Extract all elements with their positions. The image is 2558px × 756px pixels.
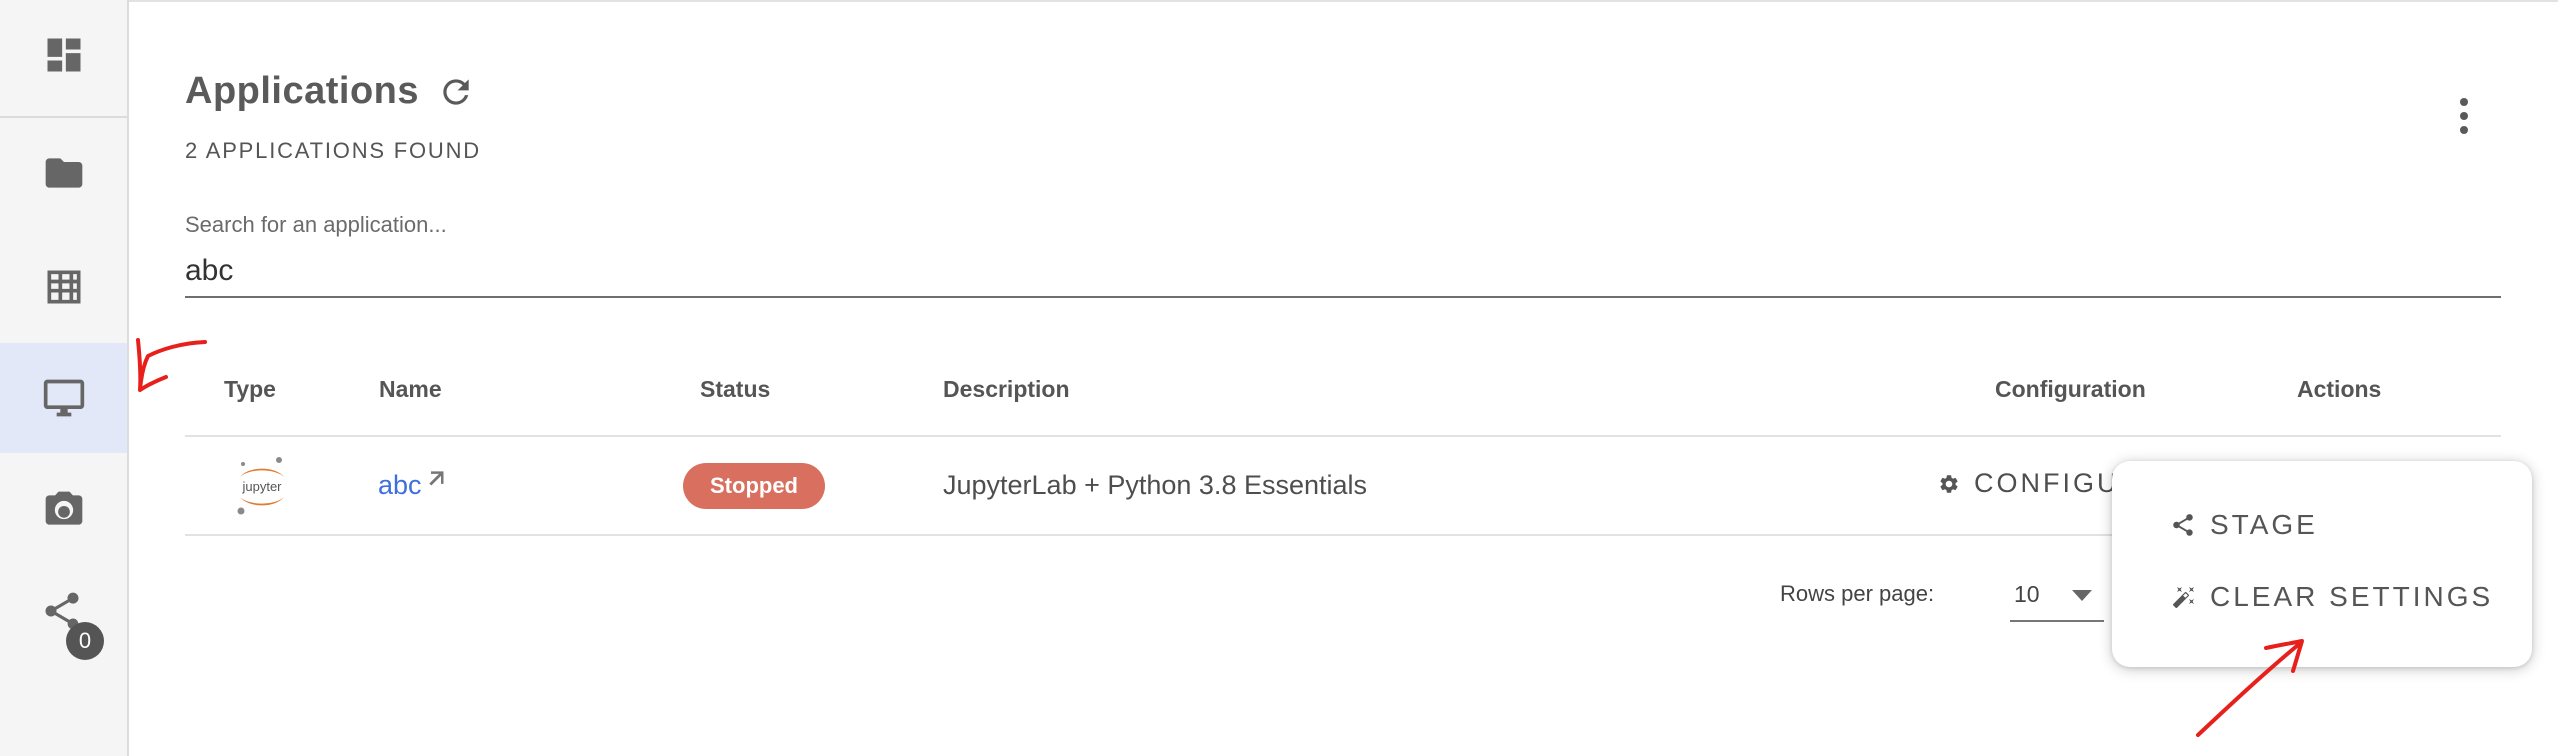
menu-item-stage[interactable]: STAGE xyxy=(2170,509,2318,541)
column-header-type: Type xyxy=(224,376,276,402)
sidebar-item-files[interactable] xyxy=(0,118,127,228)
sidebar-item-tables[interactable] xyxy=(0,232,127,342)
sidebar-item-shared[interactable] xyxy=(0,566,127,676)
gear-icon xyxy=(1940,474,1958,493)
column-header-status: Status xyxy=(700,376,771,402)
refresh-icon[interactable] xyxy=(437,73,475,111)
sidebar: 0 xyxy=(0,0,129,756)
menu-item-stage-label: STAGE xyxy=(2210,509,2318,540)
annotation-arrow-sidebar xyxy=(136,338,207,392)
column-header-actions: Actions xyxy=(2297,376,2382,402)
rows-per-page-label: Rows per page: xyxy=(1780,581,1935,606)
sidebar-item-dashboard[interactable] xyxy=(0,0,127,110)
app-name-link[interactable]: abc xyxy=(378,470,446,501)
app-description: JupyterLab + Python 3.8 Essentials xyxy=(943,470,1368,500)
search-label: Search for an application... xyxy=(185,212,447,237)
column-header-description: Description xyxy=(943,376,1070,402)
configure-button[interactable]: CONFIGU xyxy=(1938,468,2120,499)
applications-count: 2 APPLICATIONS FOUND xyxy=(185,138,481,163)
status-badge: Stopped xyxy=(683,463,825,509)
configure-label: CONFIGU xyxy=(1974,468,2120,498)
menu-item-clear-settings-label: CLEAR SETTINGS xyxy=(2210,581,2494,612)
menu-item-clear-settings[interactable]: CLEAR SETTINGS xyxy=(2172,581,2493,613)
folder-icon xyxy=(45,158,82,188)
shared-count-badge: 0 xyxy=(66,622,104,660)
search-input[interactable] xyxy=(185,246,2501,298)
sidebar-item-applications[interactable] xyxy=(0,343,127,453)
actions-menu: STAGE CLEAR SETTINGS xyxy=(2112,461,2532,667)
magic-wand-icon xyxy=(2172,587,2194,609)
chevron-down-icon xyxy=(2072,590,2092,601)
table-icon xyxy=(47,270,80,304)
rows-per-page-select[interactable]: 10 xyxy=(2010,572,2104,622)
dashboard-icon xyxy=(47,38,80,72)
share-icon xyxy=(2173,514,2193,536)
monitor-icon xyxy=(43,379,84,417)
page-title: Applications xyxy=(185,70,420,112)
open-external-icon[interactable] xyxy=(426,464,446,486)
column-header-configuration: Configuration xyxy=(1995,376,2146,402)
jupyter-icon: jupyter xyxy=(232,455,292,517)
svg-text:jupyter: jupyter xyxy=(241,479,282,494)
app-name[interactable]: abc xyxy=(378,470,422,501)
column-header-name: Name xyxy=(379,376,442,402)
more-options-icon[interactable] xyxy=(2448,92,2480,140)
sidebar-item-snapshots[interactable] xyxy=(0,455,127,565)
camera-icon xyxy=(45,491,82,525)
rows-per-page-value: 10 xyxy=(2014,581,2040,607)
